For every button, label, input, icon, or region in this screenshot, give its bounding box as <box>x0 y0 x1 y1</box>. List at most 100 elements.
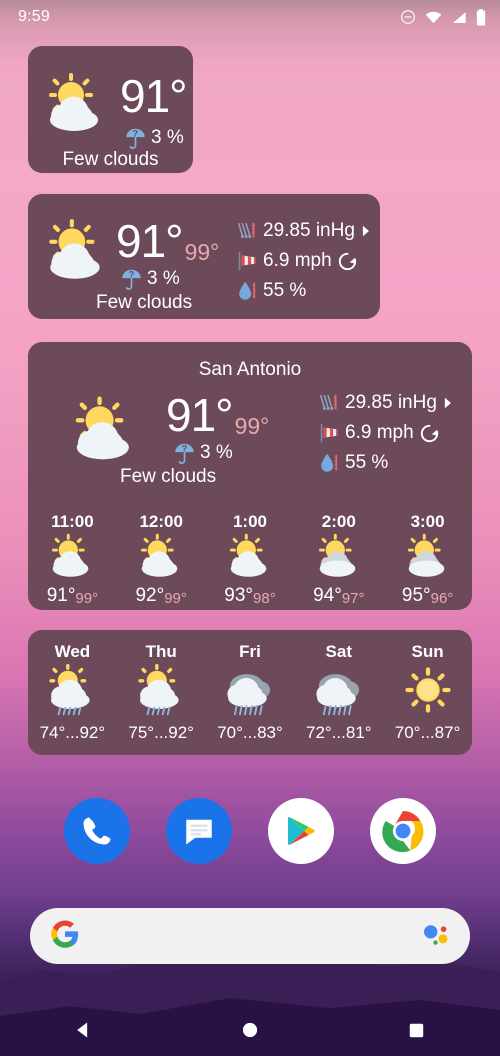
precipitation-probability: ? 3 % <box>124 126 184 150</box>
sun-behind-cloud-icon <box>133 533 189 584</box>
hour-temperatures: 91° 99° <box>47 585 98 607</box>
humidity-value: 55 % <box>263 280 307 301</box>
hourly-forecast-item[interactable]: 2:00 94° 97° <box>294 512 383 607</box>
hour-feels-like: 97° <box>341 590 365 607</box>
day-name: Thu <box>145 642 177 661</box>
daily-forecast-item[interactable]: Wed 74°...92° <box>28 642 117 743</box>
feels-like-temperature: 99° <box>234 413 270 439</box>
wind-direction-icon[interactable] <box>419 423 440 444</box>
hour-feels-like: 98° <box>253 590 276 607</box>
battery-icon <box>476 8 486 25</box>
windsock-icon <box>320 423 338 443</box>
barometer-icon <box>238 222 255 238</box>
current-temperature: 91° <box>166 389 234 441</box>
sun-behind-cloud-icon <box>222 533 278 584</box>
barometer-icon <box>320 394 337 410</box>
precipitation-value: 3 % <box>200 442 233 463</box>
temperature-group: 91° 99° <box>166 392 269 438</box>
hourly-forecast-item[interactable]: 3:00 95° 96° <box>383 512 472 607</box>
hourly-forecast-item[interactable]: 1:00 93° 98° <box>206 512 295 607</box>
current-temperature: 91° <box>120 70 188 122</box>
sun-behind-cloud-icon <box>66 395 144 463</box>
wind-value: 6.9 mph <box>345 422 414 443</box>
hourly-forecast-item[interactable]: 11:00 91° 99° <box>28 512 117 607</box>
hour-time: 2:00 <box>321 512 356 531</box>
hour-temperatures: 95° 96° <box>402 585 453 607</box>
hour-time: 12:00 <box>139 512 183 531</box>
hour-temp: 94° <box>313 585 342 606</box>
chevron-right-icon[interactable] <box>442 396 453 410</box>
metrics-list: 29.85 inHg 6.9 mph 55 % <box>318 392 453 474</box>
signal-icon <box>453 11 466 23</box>
navigation-bar <box>0 1004 500 1056</box>
weather-widget-large[interactable]: San Antonio 91° 99° ? 3 % Few clouds 29.… <box>28 342 472 610</box>
metric-pressure[interactable]: 29.85 inHg <box>236 220 371 242</box>
hour-feels-like: 99° <box>164 590 187 607</box>
humidity-drop-icon <box>239 281 256 300</box>
sun-behind-cloud-icon <box>400 533 456 584</box>
play-store-app-icon[interactable] <box>268 798 334 864</box>
daily-forecast-item[interactable]: Sun 70°...87° <box>383 642 472 743</box>
messages-app-icon[interactable] <box>166 798 232 864</box>
google-assistant-icon[interactable] <box>420 919 450 954</box>
condition-text: Few clouds <box>96 292 193 313</box>
weather-widget-daily-forecast[interactable]: Wed 74°...92° Thu 75°...92° Fri 70°...83… <box>28 630 472 755</box>
umbrella-icon: ? <box>122 270 141 290</box>
dnd-icon <box>401 10 415 24</box>
sun-icon <box>397 664 459 721</box>
hourly-forecast-list: 11:00 91° 99° 12:00 92° 99° 1:00 93° 98°… <box>28 512 472 607</box>
daily-forecast-item[interactable]: Fri 70°...83° <box>206 642 295 743</box>
feels-like-temperature: 99° <box>184 239 220 265</box>
weather-widget-compact[interactable]: 91° ? 3 % Few clouds <box>28 46 193 173</box>
svg-text:?: ? <box>133 129 139 139</box>
day-name: Sat <box>325 642 353 661</box>
wind-direction-icon[interactable] <box>337 251 358 272</box>
humidity-drop-icon <box>321 453 338 472</box>
hour-temp: 93° <box>224 585 254 606</box>
recents-button[interactable] <box>395 1004 439 1056</box>
hour-time: 1:00 <box>232 512 267 531</box>
hour-temp: 91° <box>46 585 76 606</box>
status-bar-clock: 9:59 <box>18 8 50 25</box>
metric-pressure[interactable]: 29.85 inHg <box>318 392 453 414</box>
city-name: San Antonio <box>198 359 302 380</box>
hour-temperatures: 93° 98° <box>224 585 275 607</box>
hour-temp: 95° <box>401 585 431 606</box>
hourly-forecast-item[interactable]: 12:00 92° 99° <box>117 512 206 607</box>
metric-wind[interactable]: 6.9 mph <box>318 422 453 444</box>
hour-feels-like: 99° <box>75 590 99 607</box>
condition-text: Few clouds <box>62 149 159 170</box>
weather-widget-medium[interactable]: 91° 99° ? 3 % Few clouds 29.85 inHg 6.9 … <box>28 194 380 319</box>
wind-value: 6.9 mph <box>263 250 332 271</box>
metrics-list: 29.85 inHg 6.9 mph 55 % <box>236 220 371 302</box>
day-name: Fri <box>239 642 261 661</box>
home-button[interactable] <box>228 1004 272 1056</box>
app-dock <box>0 798 500 870</box>
cloud-rain-icon <box>308 664 370 721</box>
metric-wind[interactable]: 6.9 mph <box>236 250 371 272</box>
hour-time: 3:00 <box>410 512 445 531</box>
humidity-value: 55 % <box>345 452 389 473</box>
svg-text:?: ? <box>182 444 188 454</box>
windsock-icon <box>238 251 256 271</box>
chevron-right-icon[interactable] <box>360 224 371 238</box>
day-temperature-range: 74°...92° <box>39 723 106 742</box>
chrome-app-icon[interactable] <box>370 798 436 864</box>
day-temperature-range: 75°...92° <box>128 723 194 742</box>
day-temperature-range: 70°...87° <box>394 723 461 742</box>
back-button[interactable] <box>61 1004 105 1056</box>
metric-humidity: 55 % <box>236 280 371 302</box>
phone-app-icon[interactable] <box>64 798 130 864</box>
sun-behind-cloud-icon <box>311 533 367 584</box>
cloud-rain-icon <box>219 664 281 721</box>
google-search-bar[interactable] <box>30 908 470 964</box>
day-temperature-range: 72°...81° <box>305 723 372 742</box>
precipitation-value: 3 % <box>151 127 184 148</box>
daily-forecast-item[interactable]: Sat 72°...81° <box>294 642 383 743</box>
sun-cloud-rain-icon <box>41 664 103 721</box>
status-bar: 9:59 <box>0 0 500 34</box>
temperature-group: 91° 99° <box>116 218 219 264</box>
status-bar-icons <box>400 8 486 26</box>
daily-forecast-item[interactable]: Thu 75°...92° <box>117 642 206 743</box>
hour-feels-like: 96° <box>430 590 454 607</box>
